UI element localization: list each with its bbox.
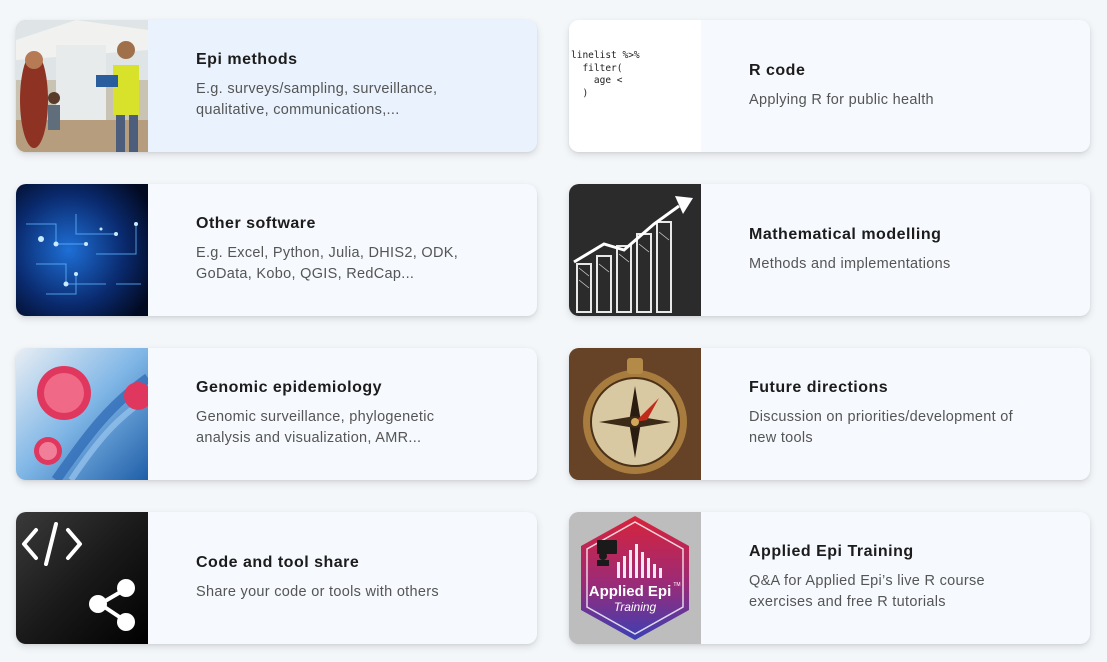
card-description: Share your code or tools with others <box>196 583 439 600</box>
card-description: E.g. Excel, Python, Julia, DHIS2, ODK, G… <box>196 245 459 282</box>
category-card-epi-methods[interactable]: Epi methods E.g. surveys/sampling, surve… <box>16 20 537 152</box>
compass-photo-icon <box>569 348 701 480</box>
forum-categories-grid: Epi methods E.g. surveys/sampling, surve… <box>0 0 1107 662</box>
card-description: Discussion on priorities/development of … <box>749 409 1013 446</box>
card-title: R code <box>749 61 806 79</box>
category-card-future-directions[interactable]: Future directions Discussion on prioriti… <box>569 348 1090 480</box>
card-description: Methods and implementations <box>749 255 951 272</box>
card-title: Future directions <box>749 379 889 396</box>
code-snippet-text: linelist %>% filter( age < ) <box>571 50 640 99</box>
card-title: Code and tool share <box>196 553 360 571</box>
chalkboard-growth-chart-icon <box>569 184 701 316</box>
logo-line-2: Training <box>614 600 657 614</box>
circuit-board-photo-icon <box>16 184 148 316</box>
logo-trademark: TM <box>673 582 680 588</box>
card-description: Applying R for public health <box>749 91 934 108</box>
virus-dna-photo-icon <box>16 348 148 480</box>
category-card-r-code[interactable]: linelist %>% filter( age < ) R code Appl… <box>569 20 1090 152</box>
r-code-snippet-icon: linelist %>% filter( age < ) <box>569 20 701 152</box>
category-card-mathematical-modelling[interactable]: Mathematical modelling Methods and imple… <box>569 184 1090 316</box>
card-title: Epi methods <box>196 51 298 68</box>
logo-line-1: Applied Epi <box>589 583 672 600</box>
share-icon <box>16 512 148 644</box>
category-card-applied-epi-training[interactable]: Applied Epi TM Training Applied Epi Trai… <box>569 512 1090 644</box>
category-card-genomic-epidemiology[interactable]: Genomic epidemiology Genomic surveillanc… <box>16 348 537 480</box>
card-title: Applied Epi Training <box>749 543 914 560</box>
card-title: Other software <box>196 215 316 232</box>
card-title: Genomic epidemiology <box>196 379 383 396</box>
category-card-code-and-tool-share[interactable]: Code and tool share Share your code or t… <box>16 512 537 644</box>
card-description: E.g. surveys/sampling, surveillance, qua… <box>196 81 438 118</box>
applied-epi-training-logo-icon: Applied Epi TM Training <box>569 512 701 644</box>
card-title: Mathematical modelling <box>749 225 942 243</box>
card-description: Q&A for Applied Epi’s live R course exer… <box>749 573 985 610</box>
field-survey-photo-icon <box>16 20 148 152</box>
card-description: Genomic surveillance, phylogenetic analy… <box>196 409 435 446</box>
category-card-other-software[interactable]: Other software E.g. Excel, Python, Julia… <box>16 184 537 316</box>
